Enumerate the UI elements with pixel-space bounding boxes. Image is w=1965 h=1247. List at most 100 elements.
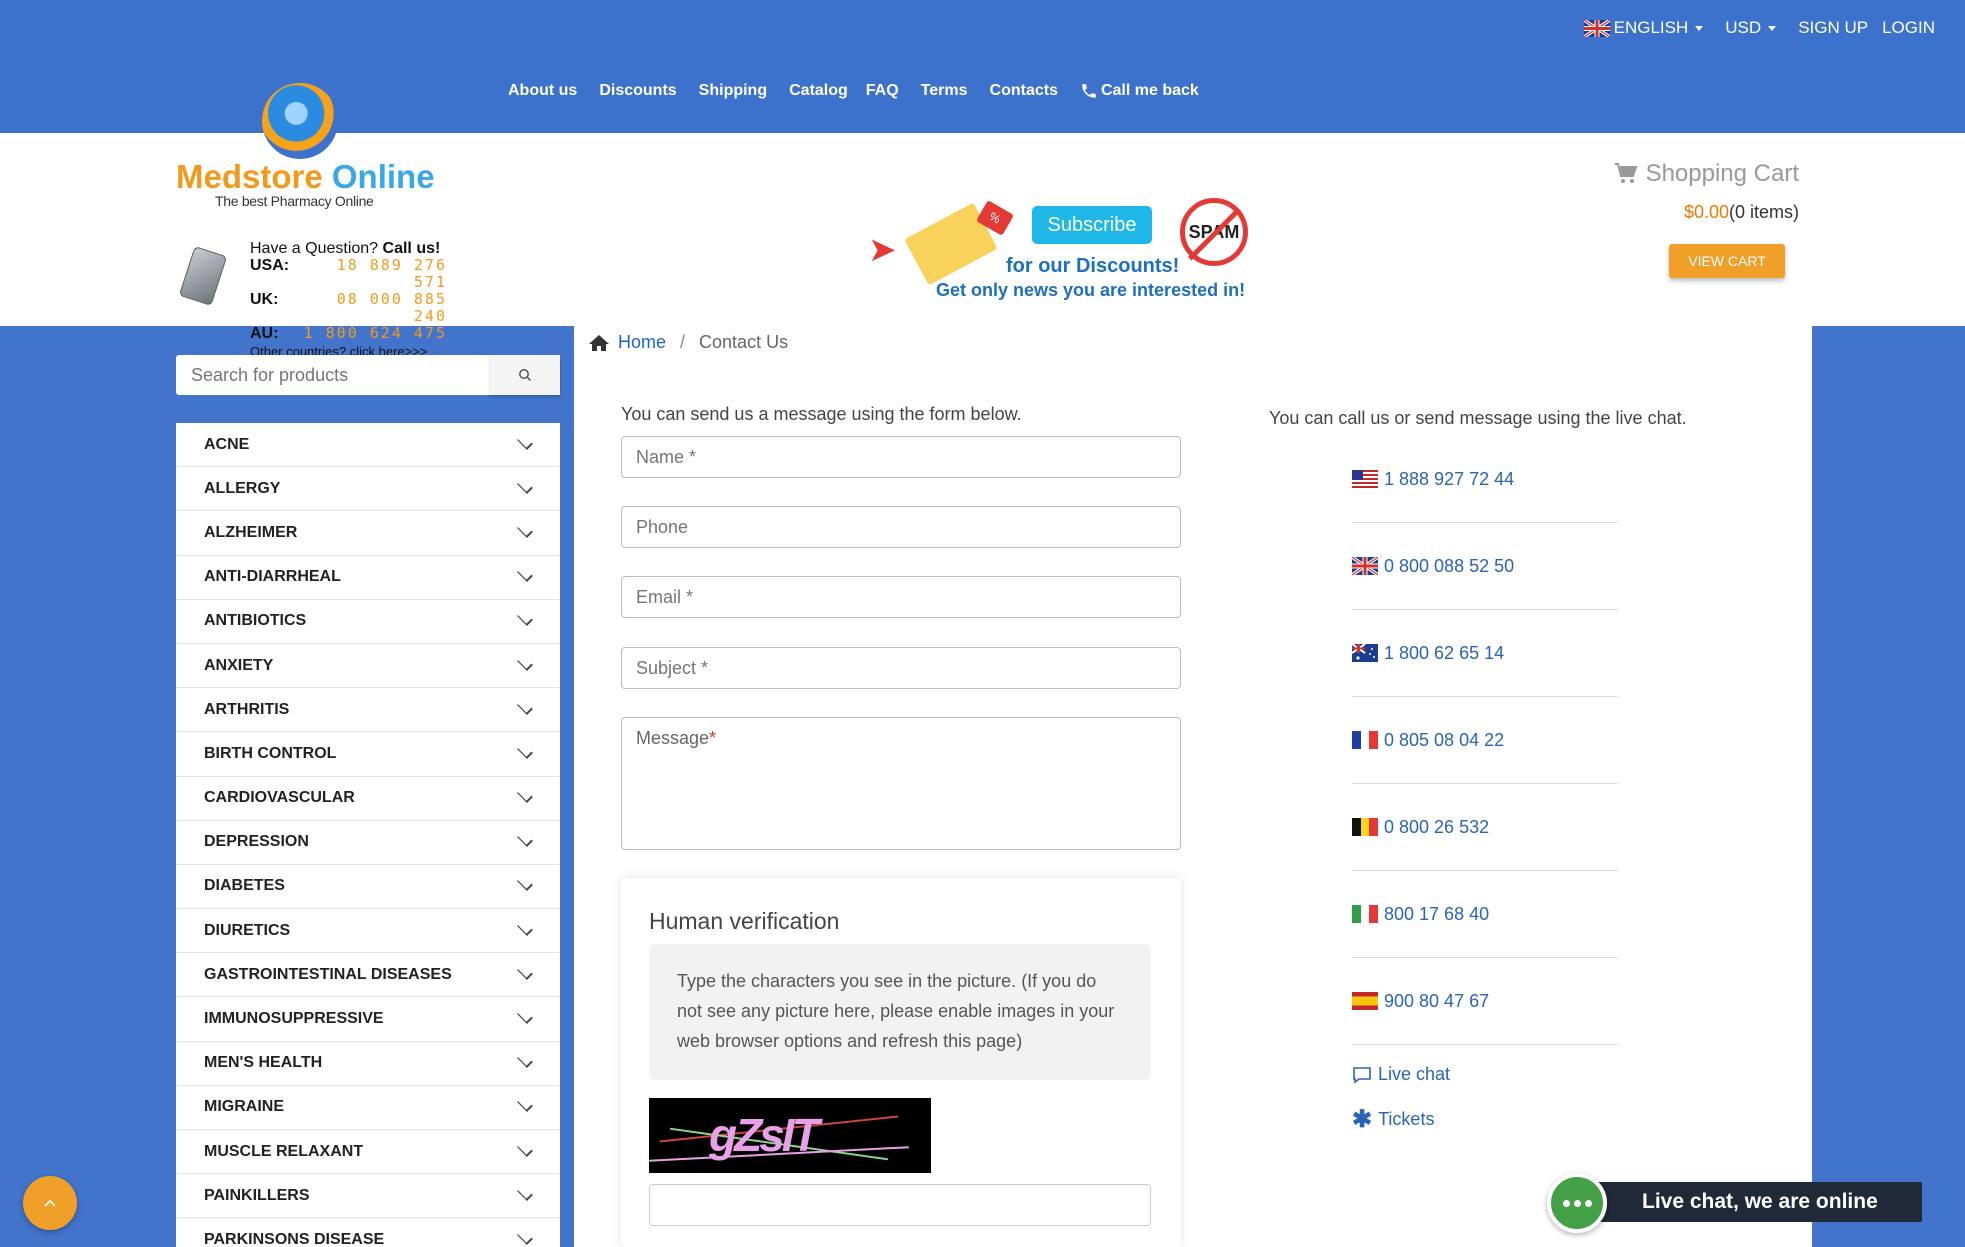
chat-icon <box>1353 1066 1371 1084</box>
captcha-input[interactable] <box>649 1184 1151 1226</box>
logo-part2: Online <box>331 158 435 195</box>
search-button[interactable] <box>490 355 560 395</box>
nav-call-me-back[interactable]: Call me back <box>1080 82 1199 100</box>
category-item[interactable]: MUSCLE RELAXANT <box>176 1130 560 1175</box>
chevron-down-icon[interactable] <box>517 1229 533 1245</box>
chevron-down-icon[interactable] <box>517 1008 533 1024</box>
phone-input[interactable] <box>621 506 1181 548</box>
subscribe-banner[interactable]: ➤ % Subscribe SPAM for our Discounts! Ge… <box>862 160 1262 310</box>
logo-part1: Medstore <box>176 158 323 195</box>
phone-item-au[interactable]: 1 800 62 65 14 <box>1352 610 1618 697</box>
nav-faq[interactable]: FAQ <box>866 82 899 100</box>
category-label: ANXIETY <box>204 656 274 674</box>
language-selector[interactable]: ENGLISH <box>1583 18 1704 38</box>
view-cart-button[interactable]: VIEW CART <box>1669 244 1785 278</box>
es-flag-icon <box>1352 992 1378 1010</box>
chevron-down-icon[interactable] <box>517 698 533 715</box>
caret-down-icon <box>1768 25 1777 31</box>
chevron-down-icon[interactable] <box>517 566 533 583</box>
live-chat-widget[interactable]: Live chat, we are online <box>1590 1182 1922 1222</box>
nav-terms[interactable]: Terms <box>921 82 968 100</box>
category-label: ALZHEIMER <box>204 523 298 541</box>
callus-number-au[interactable]: 1 800 624 475 <box>302 325 447 342</box>
category-item[interactable]: IMMUNOSUPPRESSIVE <box>176 997 560 1042</box>
chat-bubble-icon[interactable] <box>1547 1173 1607 1233</box>
category-label: CARDIOVASCULAR <box>204 789 355 807</box>
tickets-label: Tickets <box>1378 1109 1435 1129</box>
chevron-down-icon[interactable] <box>517 654 533 671</box>
category-item[interactable]: PARKINSONS DISEASE <box>176 1218 560 1247</box>
chevron-down-icon[interactable] <box>517 1052 533 1069</box>
category-item[interactable]: DIURETICS <box>176 909 560 954</box>
category-item[interactable]: PAINKILLERS <box>176 1174 560 1219</box>
phone-item-it[interactable]: 800 17 68 40 <box>1352 871 1618 958</box>
phone-item-fr[interactable]: 0 805 08 04 22 <box>1352 697 1618 784</box>
category-item[interactable]: ARTHRITIS <box>176 688 560 733</box>
callus-number-usa[interactable]: 18 889 276 571 <box>302 257 447 291</box>
nav-discounts[interactable]: Discounts <box>599 82 676 100</box>
breadcrumb-separator: / <box>680 332 686 352</box>
category-item[interactable]: DIABETES <box>176 865 560 910</box>
subscribe-button[interactable]: Subscribe <box>1032 206 1152 244</box>
nav-contacts[interactable]: Contacts <box>990 82 1058 100</box>
signup-link[interactable]: SIGN UP <box>1798 18 1868 38</box>
breadcrumb-home[interactable]: Home <box>618 332 666 353</box>
category-item[interactable]: MEN'S HEALTH <box>176 1042 560 1086</box>
phone-item-us[interactable]: 1 888 927 72 44 <box>1352 436 1618 523</box>
nav-shipping[interactable]: Shipping <box>699 82 767 100</box>
question-label: Have a Question? <box>250 240 379 257</box>
cart-title[interactable]: Shopping Cart <box>1646 160 1799 188</box>
phone-item-uk[interactable]: 0 800 088 52 50 <box>1352 523 1618 610</box>
category-item[interactable]: MIGRAINE <box>176 1086 560 1130</box>
category-label: ACNE <box>204 435 250 453</box>
message-textarea[interactable]: Message* <box>621 717 1181 850</box>
category-item[interactable]: ALLERGY <box>176 467 560 512</box>
chevron-down-icon[interactable] <box>517 522 533 538</box>
scroll-to-top-button[interactable] <box>23 1176 77 1230</box>
phone-item-es[interactable]: 900 80 47 67 <box>1352 958 1618 1045</box>
category-item[interactable]: GASTROINTESTINAL DISEASES <box>176 953 560 998</box>
chevron-down-icon[interactable] <box>517 875 533 892</box>
email-input[interactable] <box>621 576 1181 618</box>
subject-input[interactable] <box>621 647 1181 689</box>
currency-selector[interactable]: USD <box>1725 18 1777 38</box>
chevron-down-icon[interactable] <box>517 963 533 980</box>
live-chat-link[interactable]: Live chat <box>1352 1064 1450 1085</box>
chevron-down-icon[interactable] <box>517 1096 533 1113</box>
category-item[interactable]: ANTI-DIARRHEAL <box>176 556 560 600</box>
chevron-down-icon[interactable] <box>517 742 533 759</box>
us-flag-icon <box>1352 470 1378 488</box>
chevron-down-icon[interactable] <box>517 610 533 627</box>
chevron-down-icon[interactable] <box>517 433 533 450</box>
search-input[interactable] <box>176 355 490 395</box>
site-logo[interactable]: Medstore Online <box>176 158 435 196</box>
chevron-down-icon[interactable] <box>517 831 533 848</box>
nav-catalog[interactable]: Catalog <box>789 82 848 100</box>
home-icon[interactable] <box>588 334 610 352</box>
captcha-text: gZsIT <box>709 1109 820 1161</box>
tickets-link[interactable]: ✱ Tickets <box>1352 1107 1450 1131</box>
category-item[interactable]: ANXIETY <box>176 644 560 689</box>
call-us-label: Call us! <box>382 240 441 257</box>
globe-logo-icon[interactable] <box>262 83 338 159</box>
nav-about-us[interactable]: About us <box>508 82 577 100</box>
phone-item-be[interactable]: 0 800 26 532 <box>1352 784 1618 871</box>
uk-flag-icon <box>1352 557 1378 575</box>
phone-icon <box>1082 84 1096 98</box>
chevron-down-icon[interactable] <box>517 1140 533 1157</box>
category-item[interactable]: BIRTH CONTROL <box>176 732 560 777</box>
category-label: DIABETES <box>204 877 285 895</box>
chevron-down-icon[interactable] <box>517 919 533 936</box>
chevron-down-icon[interactable] <box>517 787 533 804</box>
callus-number-uk[interactable]: 08 000 885 240 <box>302 291 447 325</box>
category-item[interactable]: ALZHEIMER <box>176 511 560 556</box>
chevron-down-icon[interactable] <box>517 477 533 494</box>
category-label: DEPRESSION <box>204 833 309 851</box>
category-item[interactable]: ANTIBIOTICS <box>176 600 560 644</box>
chevron-down-icon[interactable] <box>517 1184 533 1201</box>
login-link[interactable]: LOGIN <box>1882 18 1935 38</box>
name-input[interactable] <box>621 436 1181 478</box>
category-item[interactable]: CARDIOVASCULAR <box>176 777 560 821</box>
category-item[interactable]: DEPRESSION <box>176 821 560 865</box>
category-item[interactable]: ACNE <box>176 423 560 468</box>
